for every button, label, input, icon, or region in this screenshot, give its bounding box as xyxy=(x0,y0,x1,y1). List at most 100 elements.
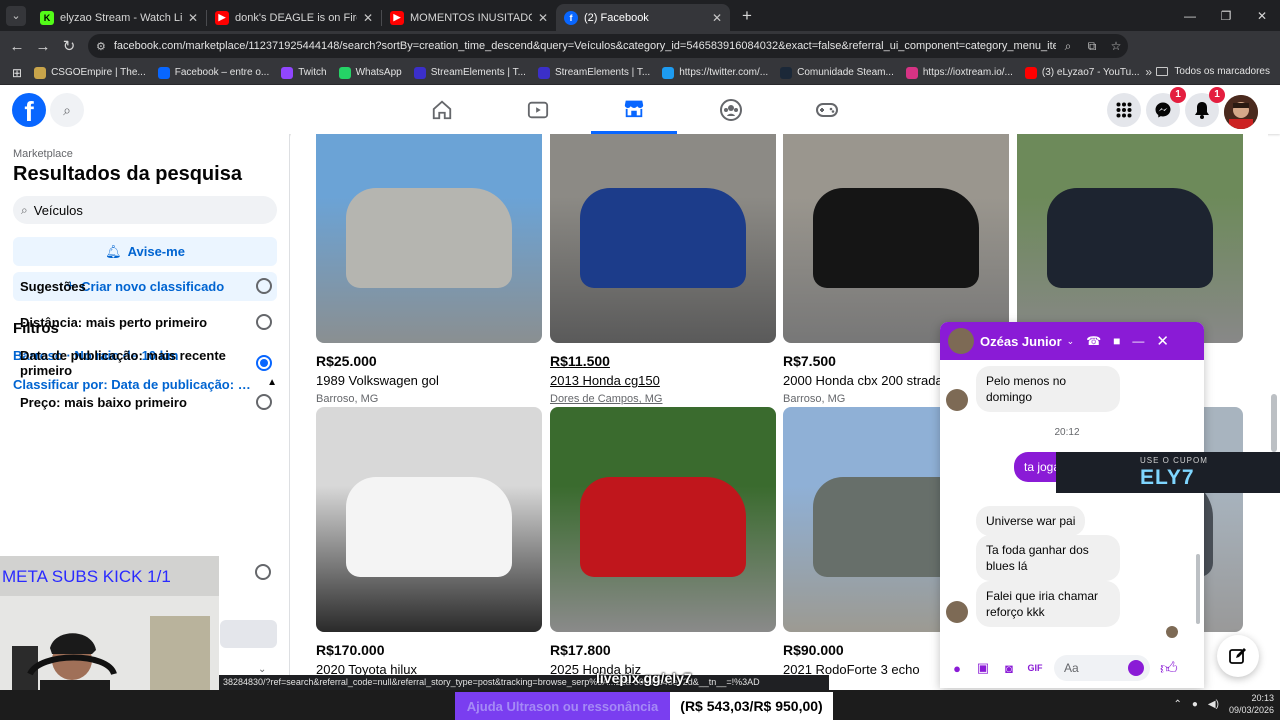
bookmark-item[interactable]: StreamElements | T... xyxy=(537,66,650,79)
chat-scrollbar[interactable] xyxy=(1196,366,1200,632)
listing-photo[interactable] xyxy=(316,134,542,343)
all-bookmarks-folder[interactable]: Todos os marcadores xyxy=(1156,66,1270,77)
listing-photo[interactable] xyxy=(1017,134,1243,343)
close-tab-icon[interactable]: ✕ xyxy=(363,11,373,25)
account-avatar[interactable] xyxy=(1224,95,1258,129)
emoji-icon[interactable] xyxy=(1128,660,1144,676)
radio-icon[interactable] xyxy=(256,278,272,294)
message-input[interactable]: Aa xyxy=(1054,655,1150,681)
contact-avatar[interactable] xyxy=(948,328,974,354)
marketplace-icon xyxy=(624,100,644,118)
contact-name[interactable]: Ozéas Junior xyxy=(980,334,1062,349)
youtube-favicon-icon: ▶ xyxy=(215,10,229,25)
search-icon[interactable]: ⌕ xyxy=(50,93,84,127)
page-scrollbar[interactable] xyxy=(1270,92,1278,720)
sort-option[interactable]: Sugestões xyxy=(20,278,272,294)
bookmark-item[interactable]: Facebook – entre o... xyxy=(157,66,269,79)
tab-search-icon[interactable]: ⌄ xyxy=(6,5,26,26)
chat-header[interactable]: Ozéas Junior ⌄ ☎ ■ — ✕ xyxy=(940,322,1204,360)
sort-dropdown[interactable]: Classificar por: Data de publicação: mai… xyxy=(13,377,277,392)
browser-tab[interactable]: K elyzao Stream - Watch Live on ✕ xyxy=(32,4,206,31)
reload-icon[interactable]: ↻ xyxy=(56,37,82,55)
chevron-down-icon[interactable]: ⌄ xyxy=(258,664,266,675)
radio-selected-icon[interactable] xyxy=(256,355,272,371)
nav-groups[interactable] xyxy=(683,85,779,134)
scrollbar-thumb[interactable] xyxy=(1271,394,1277,452)
new-tab-icon[interactable]: + xyxy=(742,6,752,26)
speaker-icon[interactable]: ◀) xyxy=(1208,699,1219,710)
nav-gaming[interactable] xyxy=(779,85,875,134)
address-bar[interactable]: ⚙ facebook.com/marketplace/1123719254441… xyxy=(88,34,1128,58)
site-info-icon[interactable]: ⚙ xyxy=(96,40,106,53)
sticker-icon[interactable]: ◙ xyxy=(998,657,1020,679)
bookmark-item[interactable]: (3) eLyzao7 - YouTu... xyxy=(1024,66,1140,79)
video-call-icon[interactable]: ■ xyxy=(1113,334,1120,348)
phone-call-icon[interactable]: ☎ xyxy=(1086,334,1101,348)
listing-photo[interactable] xyxy=(783,134,1009,343)
chevron-down-icon[interactable]: ⌄ xyxy=(1067,336,1075,347)
url-text[interactable]: facebook.com/marketplace/112371925444148… xyxy=(114,40,1056,52)
clock[interactable]: 20:13 09/03/2026 xyxy=(1229,692,1274,716)
listing-card[interactable]: R$17.800 2025 Honda biz xyxy=(550,407,776,677)
filter-input[interactable] xyxy=(220,620,277,648)
bookmark-star-icon[interactable]: ☆ xyxy=(1104,39,1128,53)
back-icon[interactable]: ← xyxy=(4,38,30,55)
nav-video[interactable] xyxy=(490,85,586,134)
alert-me-button[interactable]: 🔔︎ Avise-me xyxy=(13,237,277,266)
listing-photo[interactable] xyxy=(550,407,776,632)
nav-marketplace[interactable] xyxy=(591,85,677,134)
search-input[interactable]: ⌕ Veículos xyxy=(13,196,277,224)
forward-icon[interactable]: → xyxy=(30,38,56,55)
chevron-up-icon[interactable]: ⌃ xyxy=(1173,699,1181,710)
microphone-icon[interactable]: ● xyxy=(1192,699,1198,710)
close-chat-icon[interactable]: ✕ xyxy=(1156,332,1169,350)
messenger-button[interactable]: 1 xyxy=(1146,87,1186,127)
gif-icon[interactable]: GIF xyxy=(1024,657,1046,679)
bookmark-item[interactable]: CSGOEmpire | The... xyxy=(34,66,146,79)
listing-photo[interactable] xyxy=(550,134,776,343)
search-icon: ⌕ xyxy=(21,202,28,217)
close-tab-icon[interactable]: ✕ xyxy=(712,11,722,25)
nav-home[interactable] xyxy=(394,85,490,134)
thumbs-up-icon[interactable]: 👍︎ xyxy=(1160,658,1178,679)
browser-tab-active[interactable]: f (2) Facebook ✕ xyxy=(556,4,730,31)
radio-icon[interactable] xyxy=(255,564,271,580)
new-message-button[interactable] xyxy=(1217,635,1259,677)
close-tab-icon[interactable]: ✕ xyxy=(188,11,198,25)
install-app-icon[interactable]: ⧉ xyxy=(1080,39,1104,54)
apps-grid-icon[interactable]: ⊞ xyxy=(12,66,22,80)
listing-card[interactable]: R$25.0001989 Volkswagen golBarroso, MG33… xyxy=(316,134,542,422)
facebook-logo-icon[interactable]: f xyxy=(12,93,46,127)
bookmark-item[interactable]: WhatsApp xyxy=(338,66,402,79)
listing-photo[interactable] xyxy=(316,407,542,632)
browser-tab[interactable]: ▶ donk's DEAGLE is on Fire again ✕ xyxy=(207,4,381,31)
listing-card[interactable]: R$11.500 2013 Honda cg150 Dores de Campos,… xyxy=(550,134,776,422)
bookmark-item[interactable]: StreamElements | T... xyxy=(413,66,526,79)
photo-icon[interactable]: ▣ xyxy=(972,657,994,679)
sort-option[interactable]: Data de publicação: mais recente primeir… xyxy=(20,348,272,378)
messenger-icon xyxy=(1155,102,1171,118)
more-bookmarks-icon[interactable]: » xyxy=(1145,65,1152,79)
bookmark-item[interactable]: Twitch xyxy=(281,66,327,79)
microphone-icon[interactable]: ● xyxy=(946,657,968,679)
chat-scroll-thumb[interactable] xyxy=(1196,554,1200,624)
menu-grid-button[interactable] xyxy=(1107,93,1141,127)
bookmark-item[interactable]: https://twitter.com/... xyxy=(662,66,768,79)
minimize-chat-icon[interactable]: — xyxy=(1132,334,1144,348)
close-tab-icon[interactable]: ✕ xyxy=(538,11,548,25)
radio-icon[interactable] xyxy=(256,314,272,330)
notifications-button[interactable]: 1 xyxy=(1185,87,1225,127)
bookmark-item[interactable]: https://ioxtream.io/... xyxy=(905,66,1013,79)
sort-option[interactable]: Distância: mais perto primeiro xyxy=(20,314,272,330)
radio-icon[interactable] xyxy=(256,394,272,410)
restore-window-icon[interactable]: ❐ xyxy=(1208,9,1244,23)
listing-card[interactable]: R$170.000 2020 Toyota hilux xyxy=(316,407,542,677)
bookmark-item[interactable]: Comunidade Steam... xyxy=(780,66,894,79)
close-window-icon[interactable]: ✕ xyxy=(1244,9,1280,23)
sort-option[interactable]: Preço: mais baixo primeiro xyxy=(20,394,272,410)
browser-tab[interactable]: ▶ MOMENTOS INUSITADOS NAS ✕ xyxy=(382,4,556,31)
zoom-icon[interactable]: ⌕ xyxy=(1056,39,1080,54)
minimize-window-icon[interactable]: — xyxy=(1172,9,1208,23)
breadcrumb[interactable]: Marketplace xyxy=(13,148,73,160)
listing-vehicle-shape xyxy=(1047,188,1213,288)
